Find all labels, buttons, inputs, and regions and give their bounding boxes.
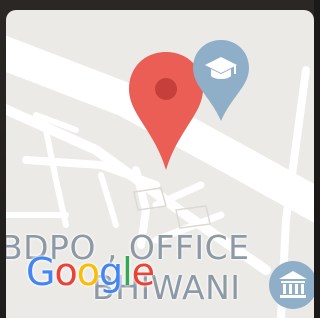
road [43,127,69,228]
google-logo-letter: l [122,250,133,294]
road [98,172,119,228]
government-building-icon[interactable] [268,260,314,318]
google-logo-letter: o [76,250,100,294]
google-logo: Google [26,250,155,294]
map-view[interactable]: BDPO , OFFICE BHIWANI Google [6,10,314,318]
graduation-cap-icon[interactable] [190,38,252,123]
google-logo-letter: e [131,250,155,294]
google-logo-letter: G [26,250,55,294]
google-logo-letter: g [98,250,123,294]
google-logo-letter: o [54,250,77,294]
